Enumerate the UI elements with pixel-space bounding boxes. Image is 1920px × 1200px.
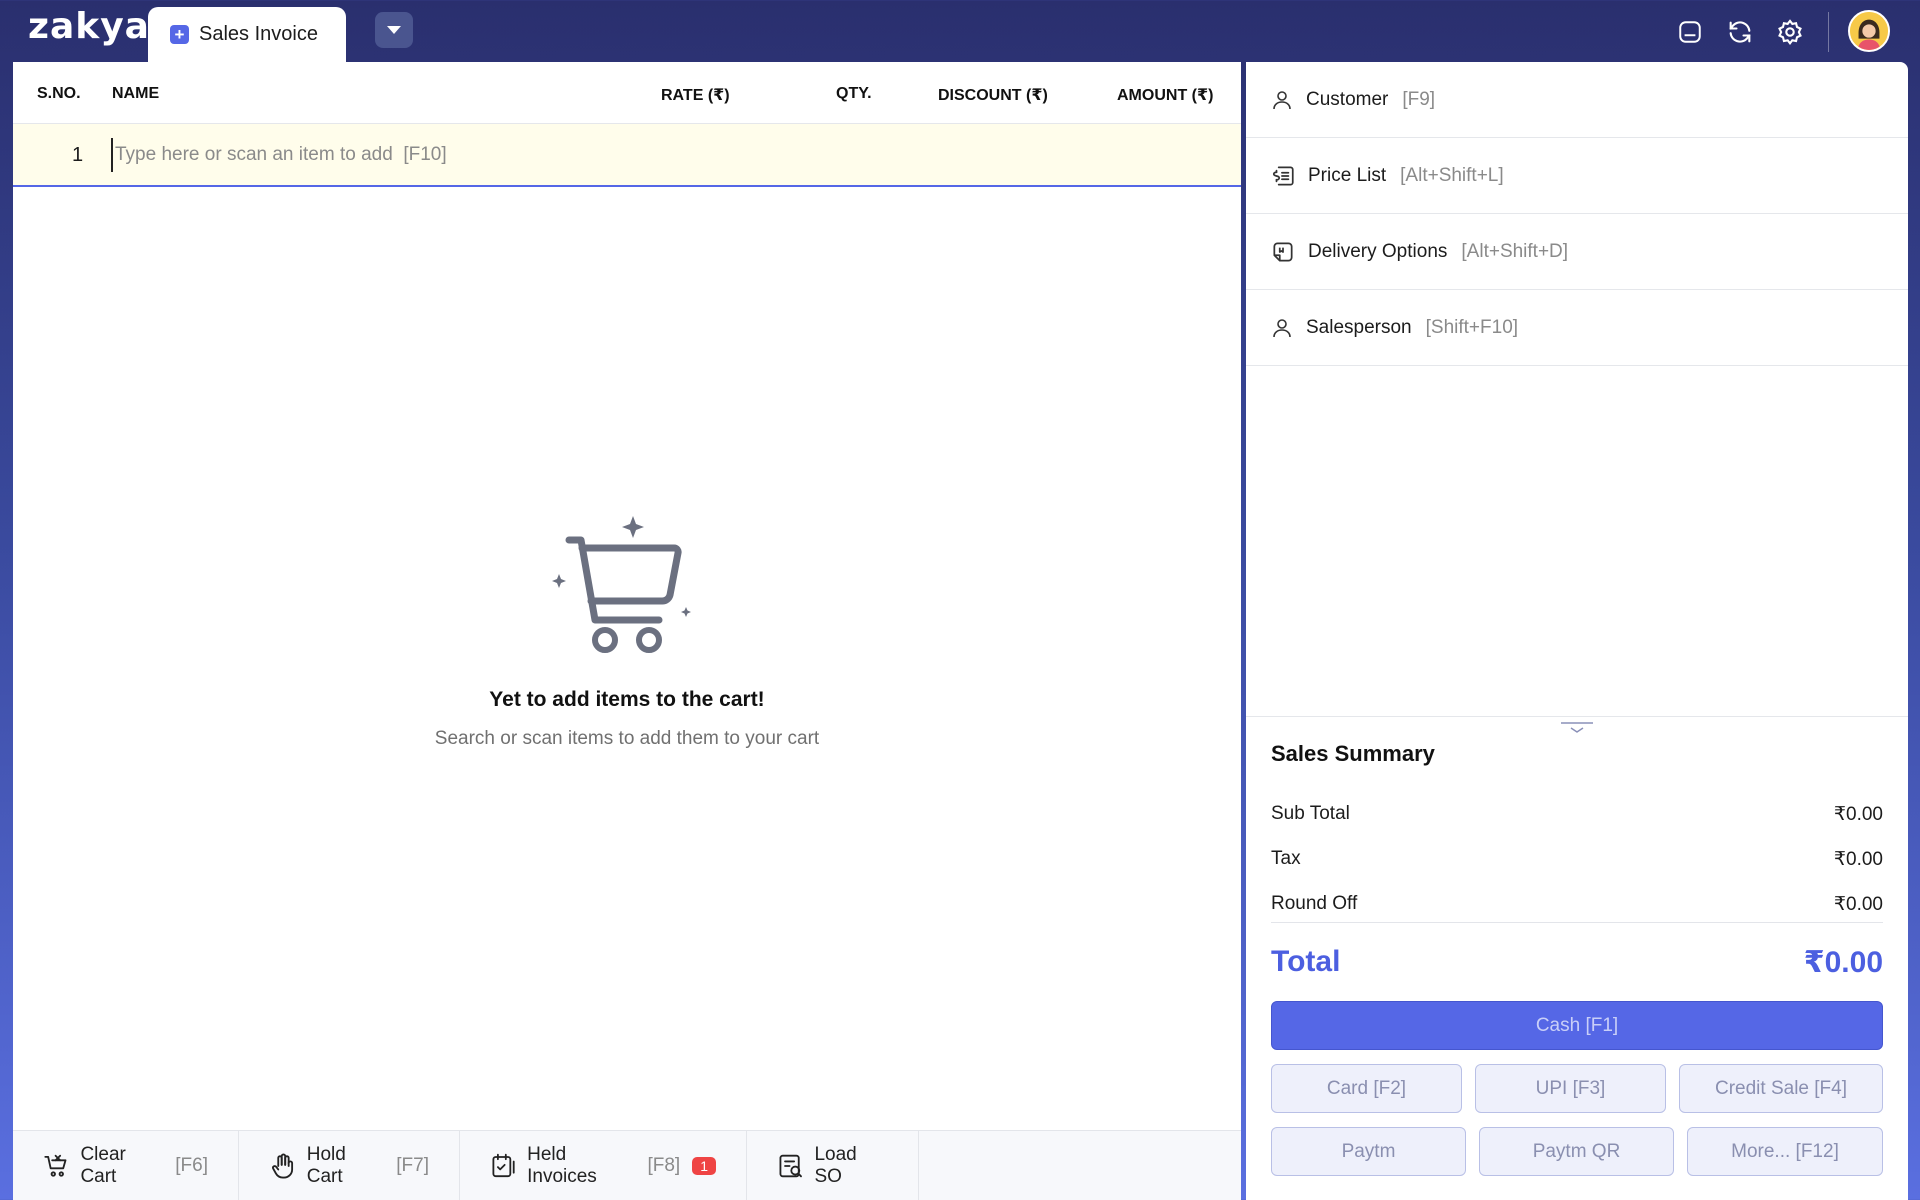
delivery-icon xyxy=(1273,241,1293,262)
tax-row: Tax ₹0.00 xyxy=(1271,848,1883,871)
tax-value: ₹0.00 xyxy=(1833,849,1883,870)
hand-icon xyxy=(272,1153,294,1179)
clear-cart-label: Clear Cart xyxy=(80,1144,126,1187)
load-so-button[interactable]: Load SO xyxy=(747,1131,919,1200)
column-rate: RATE (₹) xyxy=(661,87,730,104)
cart-icon xyxy=(552,516,691,653)
table-header: S.NO. NAME RATE (₹) QTY. DISCOUNT (₹) AM… xyxy=(13,62,1241,124)
column-name: NAME xyxy=(112,85,160,102)
user-icon xyxy=(1273,90,1291,109)
item-search-input[interactable] xyxy=(111,138,711,172)
sub-total-row: Sub Total ₹0.00 xyxy=(1271,803,1883,826)
salesperson-shortcut: [Shift+F10] xyxy=(1425,316,1519,338)
price-list-label: Price List xyxy=(1308,164,1387,186)
empty-cart-subtitle: Search or scan items to add them to your… xyxy=(434,728,820,749)
app-logo[interactable]: zakya xyxy=(28,6,150,47)
tab-dropdown-button[interactable] xyxy=(375,12,413,48)
delivery-options-option[interactable]: Delivery Options [Alt+Shift+D] xyxy=(1246,214,1908,290)
clear-cart-button[interactable]: Clear Cart [F6] xyxy=(13,1131,239,1200)
load-so-icon xyxy=(779,1154,802,1178)
more-payments-button[interactable]: More... [F12] xyxy=(1687,1127,1883,1176)
top-bar: zakya + Sales Invoice xyxy=(0,0,1920,62)
column-sno: S.NO. xyxy=(37,85,81,102)
credit-sale-button[interactable]: Credit Sale [F4] xyxy=(1679,1064,1883,1113)
tab-sales-invoice[interactable]: + Sales Invoice xyxy=(148,7,346,62)
tax-label: Tax xyxy=(1271,848,1301,869)
salesperson-label: Salesperson xyxy=(1306,316,1412,338)
clear-cart-icon xyxy=(44,1154,67,1177)
hold-cart-shortcut: [F7] xyxy=(396,1155,429,1176)
price-list-option[interactable]: Price List [Alt+Shift+L] xyxy=(1246,138,1908,214)
customer-label: Customer xyxy=(1306,88,1389,110)
round-off-label: Round Off xyxy=(1271,893,1358,914)
delivery-options-shortcut: [Alt+Shift+D] xyxy=(1461,240,1569,262)
sync-icon[interactable] xyxy=(1722,14,1758,50)
load-so-label: Load SO xyxy=(814,1144,857,1187)
held-invoices-button[interactable]: Held Invoices [F8] 1 xyxy=(460,1131,747,1200)
total-row: Total ₹0.00 xyxy=(1271,945,1883,980)
round-off-row: Round Off ₹0.00 xyxy=(1271,893,1883,916)
collapse-chevron-icon[interactable] xyxy=(1561,721,1593,735)
empty-cart-title: Yet to add items to the cart! xyxy=(489,688,765,711)
paytm-qr-button[interactable]: Paytm QR xyxy=(1479,1127,1674,1176)
cart-actions-bar: Clear Cart [F6] Hold Cart [F7] Held Invo… xyxy=(13,1130,1241,1200)
checkout-panel: Customer [F9] Price List [Alt+Shift+L] D… xyxy=(1246,62,1908,1200)
held-invoices-label: Held Invoices xyxy=(527,1144,597,1187)
paytm-button[interactable]: Paytm xyxy=(1271,1127,1466,1176)
hold-cart-label: Hold Cart xyxy=(306,1144,346,1187)
cash-payment-button[interactable]: Cash [F1] xyxy=(1271,1001,1883,1050)
held-invoices-shortcut: [F8] xyxy=(647,1155,681,1176)
gear-icon[interactable] xyxy=(1772,14,1808,50)
empty-cart-illustration xyxy=(13,492,1241,667)
column-qty: QTY. xyxy=(836,85,872,102)
sales-summary-title: Sales Summary xyxy=(1271,741,1435,766)
tab-label: Sales Invoice xyxy=(199,23,318,45)
cart-panel: S.NO. NAME RATE (₹) QTY. DISCOUNT (₹) AM… xyxy=(13,62,1241,1200)
column-amount: AMOUNT (₹) xyxy=(1117,87,1214,104)
avatar[interactable] xyxy=(1848,10,1890,52)
delivery-options-label: Delivery Options xyxy=(1308,240,1448,262)
divider xyxy=(1828,12,1829,52)
item-entry-row: 1 xyxy=(13,124,1241,187)
cash-drawer-icon[interactable] xyxy=(1672,14,1708,50)
round-off-value: ₹0.00 xyxy=(1833,894,1883,915)
row-number: 1 xyxy=(72,144,84,166)
divider xyxy=(1271,922,1883,923)
plus-icon: + xyxy=(170,25,189,44)
user-icon xyxy=(1273,318,1291,337)
total-label: Total xyxy=(1271,945,1341,978)
hold-cart-button[interactable]: Hold Cart [F7] xyxy=(239,1131,460,1200)
price-list-icon xyxy=(1272,165,1294,186)
held-invoices-icon xyxy=(492,1153,515,1178)
held-invoices-count-badge: 1 xyxy=(692,1157,716,1175)
total-value: ₹0.00 xyxy=(1803,946,1883,979)
sub-total-label: Sub Total xyxy=(1271,803,1350,824)
sub-total-value: ₹0.00 xyxy=(1833,804,1883,825)
price-list-shortcut: [Alt+Shift+L] xyxy=(1400,164,1504,186)
customer-shortcut: [F9] xyxy=(1402,88,1436,110)
customer-option[interactable]: Customer [F9] xyxy=(1246,62,1908,138)
upi-payment-button[interactable]: UPI [F3] xyxy=(1475,1064,1666,1113)
clear-cart-shortcut: [F6] xyxy=(175,1155,208,1176)
card-payment-button[interactable]: Card [F2] xyxy=(1271,1064,1462,1113)
column-discount: DISCOUNT (₹) xyxy=(938,87,1048,104)
sales-summary: Sales Summary Sub Total ₹0.00 Tax ₹0.00 … xyxy=(1246,716,1908,1200)
salesperson-option[interactable]: Salesperson [Shift+F10] xyxy=(1246,290,1908,366)
